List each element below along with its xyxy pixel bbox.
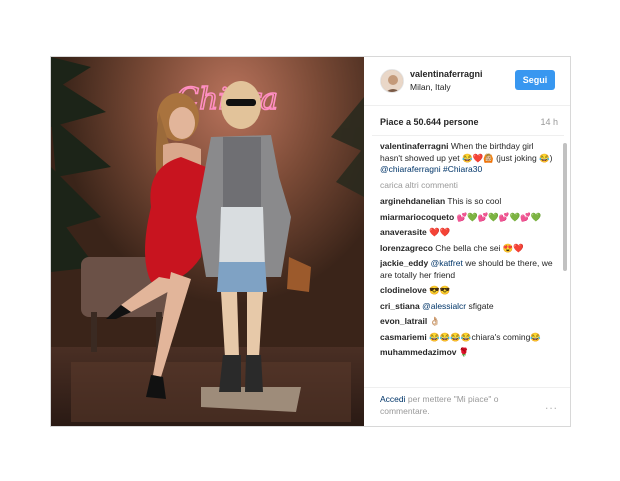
comment-username[interactable]: casmariemi [380,332,427,342]
comment-mention[interactable]: @alessialcr [422,301,466,311]
comment-username[interactable]: cri_stiana [380,301,420,311]
comment-text: 🌹 [458,347,470,357]
comments-scrollbar[interactable] [563,141,568,385]
comments-list: valentinaferragni When the birthday girl… [380,141,556,385]
caption: valentinaferragni When the birthday girl… [380,141,556,176]
post-timestamp[interactable]: 14 h [540,117,558,127]
comment-username[interactable]: evon_latrail [380,316,427,326]
comment-text: Che bella che sei 😍❤️ [435,242,525,253]
comment: arginehdanelian This is so cool [380,196,556,208]
comment-text: sfigate [466,300,494,311]
load-more-comments[interactable]: carica altri commenti [380,180,556,192]
avatar-image [381,70,403,92]
comment: lorenzagreco Che bella che sei 😍❤️ [380,243,556,255]
divider [372,135,564,136]
comment-text: 😎😎 [429,285,451,295]
comment-username[interactable]: lorenzagreco [380,243,433,253]
comment-username[interactable]: muhammedazimov [380,347,457,357]
scrollbar-thumb[interactable] [563,143,567,271]
comment-text: 👌🏼 [429,316,441,326]
comment: anaverasite ❤️❤️ [380,227,556,239]
follow-button[interactable]: Segui [515,70,555,90]
comment-username[interactable]: arginehdanelian [380,196,445,206]
post-location[interactable]: Milan, Italy [410,82,451,92]
comment: muhammedazimov 🌹 [380,347,556,359]
login-link[interactable]: Accedi [380,394,406,404]
caption-hashtag[interactable]: #Chiara30 [443,164,482,174]
post-footer: Accedi per mettere "Mi piace" o commenta… [364,387,570,427]
comment-text: 😂😂😂😂chiara's coming😂 [429,331,541,342]
likes-row: Piace a 50.644 persone 14 h [364,115,570,137]
post-username[interactable]: valentinaferragni [410,69,483,79]
caption-username[interactable]: valentinaferragni [380,141,449,151]
comment-text: This is so cool [447,196,502,206]
comment-username[interactable]: jackie_eddy [380,258,428,268]
photo-illustration: Chiara [51,57,364,426]
comment: clodinelove 😎😎 [380,285,556,297]
comment: jackie_eddy @katfret we should be there,… [380,258,556,281]
more-options-icon[interactable]: ... [545,398,558,412]
post-header: valentinaferragni Milan, Italy Segui [364,57,570,106]
caption-text-2: (just joking 😂) [496,152,553,163]
comment-text: 💕💚💕💚💕💚💕💚 [456,211,542,222]
comment: casmariemi 😂😂😂😂chiara's coming😂 [380,332,556,344]
instagram-post: Chiara [51,57,570,426]
comment-username[interactable]: anaverasite [380,227,427,237]
post-sidebar: valentinaferragni Milan, Italy Segui Pia… [364,57,570,426]
comment: cri_stiana @alessialcr sfigate [380,301,556,313]
post-photo[interactable]: Chiara [51,57,364,426]
comment-text: ❤️❤️ [429,227,451,237]
caption-mention[interactable]: @chiaraferragni [380,164,441,174]
avatar[interactable] [380,69,404,93]
likes-count[interactable]: Piace a 50.644 persone [380,117,479,127]
comment-username[interactable]: clodinelove [380,285,427,295]
comment: evon_latrail 👌🏼 [380,316,556,328]
login-prompt: Accedi per mettere "Mi piace" o commenta… [380,394,530,417]
comment: miarmariocoqueto 💕💚💕💚💕💚💕💚 [380,212,556,224]
comment-mention[interactable]: @katfret [431,258,463,268]
comment-username[interactable]: miarmariocoqueto [380,212,454,222]
